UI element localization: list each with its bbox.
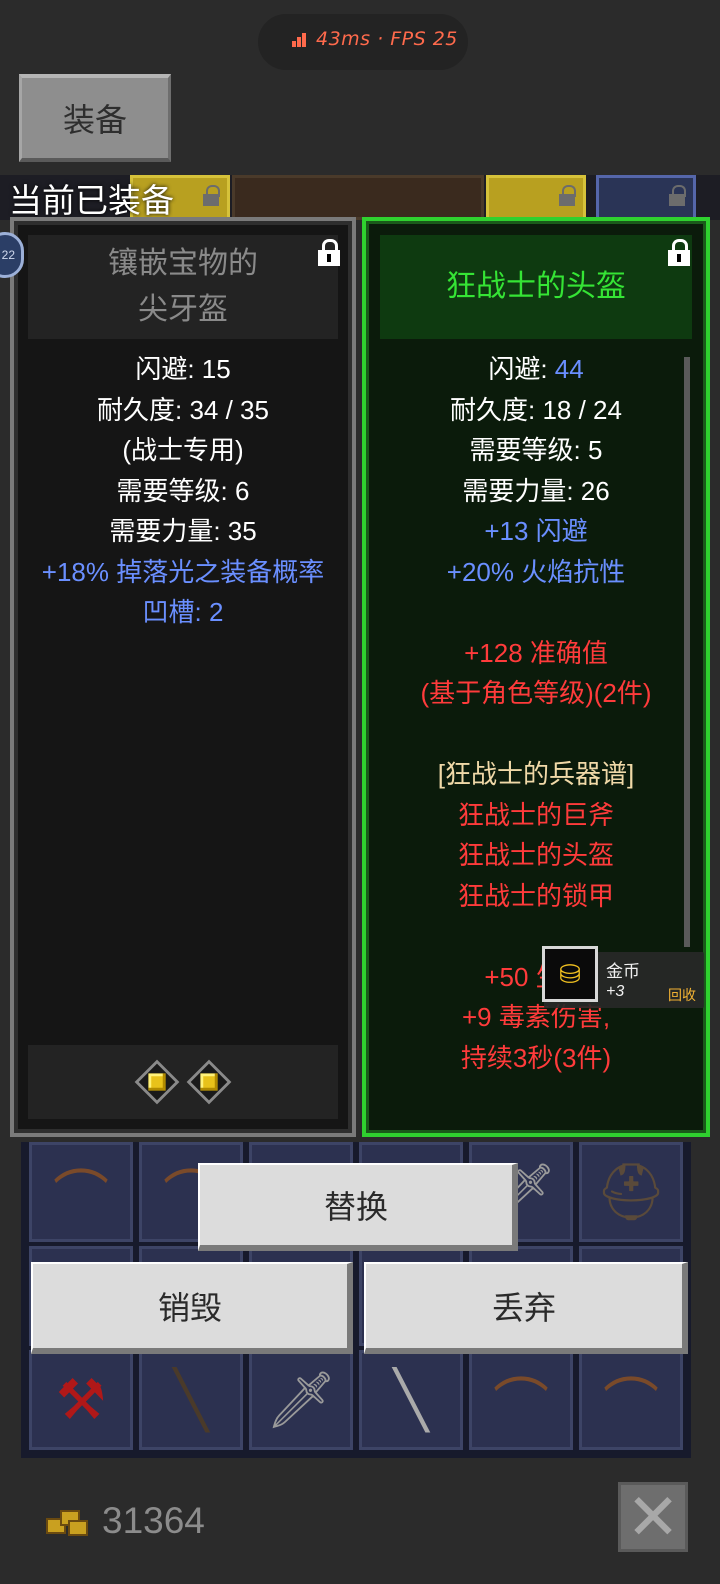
toast-item-name: 金币 [606,962,640,981]
network-text: 43ms · FPS 25 [316,28,458,50]
stat-line: 需要力量: 35 [109,516,257,546]
stat-line: +20% 火焰抗性 [446,556,626,587]
scrollbar-thumb[interactable] [684,357,690,947]
stat-line: +128 准确值 [464,637,608,668]
bow-icon: ⌒ [53,1164,109,1228]
lock-icon [669,185,686,207]
stat-line: 狂战士的锁甲 [457,880,614,911]
inventory-slot[interactable]: ⌒ [29,1142,133,1242]
equipped-slot[interactable] [486,175,586,220]
inventory-slot[interactable]: ⚒ [29,1350,133,1450]
replace-button[interactable]: 替换 [198,1163,518,1251]
discard-button[interactable]: 丢弃 [364,1262,688,1354]
stat-line [380,714,692,755]
inventory-slot[interactable]: 🗡 [249,1350,353,1450]
item-title: 狂战士的头盔 [380,235,692,339]
stat-line: 狂战士的头盔 [457,840,614,870]
stat-line: 需要等级: 6 [116,475,250,506]
stat-line: +18% 掉落光之装备概率 [41,556,325,587]
stat-line [380,592,692,633]
socket-gem-icon [134,1059,180,1105]
item-title: 镶嵌宝物的 尖牙盔 [28,235,338,339]
stat-line: 耐久度: 18 / 24 [450,394,622,425]
toast-recycle-label[interactable]: 回收 [668,985,696,1005]
stat-value: 44 [554,354,584,384]
item-stats: 闪避: 15 耐久度: 34 / 35 (战士专用) 需要等级: 6 需要力量: 35 +… [28,349,338,633]
stat-label: 闪避: [488,354,555,384]
equipped-slot-armor[interactable] [232,175,484,220]
gold-coins-icon [46,1502,90,1538]
stat-line: 耐久度: 34 / 35 [97,394,269,425]
socket-bar [28,1045,338,1119]
socket-gem-icon [186,1059,232,1105]
inventory-slot[interactable]: ⌒ [579,1350,683,1450]
status-bar: 43ms · FPS 25 [0,0,720,80]
network-readout: 43ms · FPS 25 [292,28,458,50]
bow-icon: ⌒ [603,1372,659,1436]
stat-line: 凹槽: 2 [142,597,224,627]
lock-icon [203,185,220,207]
stat-line: 闪避: 15 [135,354,231,384]
equipped-slot[interactable] [596,175,696,220]
stat-line: 闪避: 44 [380,349,692,390]
equipped-item-panel: 镶嵌宝物的 尖牙盔 闪避: 15 耐久度: 34 / 35 (战士专用) 需要等级: … [10,217,356,1137]
item-name-line1: 镶嵌宝物的 [108,247,258,280]
destroy-button[interactable]: 销毁 [31,1262,353,1354]
stat-line: [狂战士的兵器谱] [437,759,635,789]
helmet-icon: ⛑ [595,1160,667,1223]
gold-amount: 31364 [102,1500,205,1541]
equipped-section-label: 当前已装备 [9,182,174,219]
item-name: 狂战士的头盔 [446,270,626,303]
lock-icon [559,185,576,207]
bow-icon: ⌒ [493,1372,549,1436]
close-icon: ✕ [626,1481,680,1553]
inventory-slot[interactable]: ⛑ [579,1142,683,1242]
dagger-icon: ╲ [394,1368,428,1431]
stat-line: (基于角色等级)(2件) [420,678,652,708]
club-icon: ╲ [174,1368,208,1431]
tab-equip[interactable]: 装备 [19,74,171,162]
inventory-slot[interactable]: ⌒ [469,1350,573,1450]
inventory-slot[interactable]: ╲ [139,1350,243,1450]
inventory-slot[interactable]: ╲ [359,1350,463,1450]
item-name-line2: 尖牙盔 [138,293,228,326]
stat-line: (战士专用) [122,435,244,465]
signal-icon [292,31,310,47]
sword-icon: 🗡 [265,1368,337,1431]
stat-line: 狂战士的巨斧 [457,799,614,830]
pickup-toast: ⛁ 金币 +3 回收 [542,946,704,1008]
lock-icon[interactable] [318,239,340,267]
stat-line: 需要等级: 5 [469,435,603,465]
stat-line: +13 闪避 [484,516,588,546]
toast-amount: +3 [606,983,625,1000]
close-button[interactable]: ✕ [618,1482,688,1552]
lock-icon[interactable] [668,239,690,267]
gold-coins-icon: ⛁ [542,946,598,1002]
axe-icon: ⚒ [55,1368,107,1431]
stat-line: 需要力量: 26 [462,475,610,506]
stat-line: 持续3秒(3件) [460,1042,612,1073]
stat-line [380,916,692,957]
